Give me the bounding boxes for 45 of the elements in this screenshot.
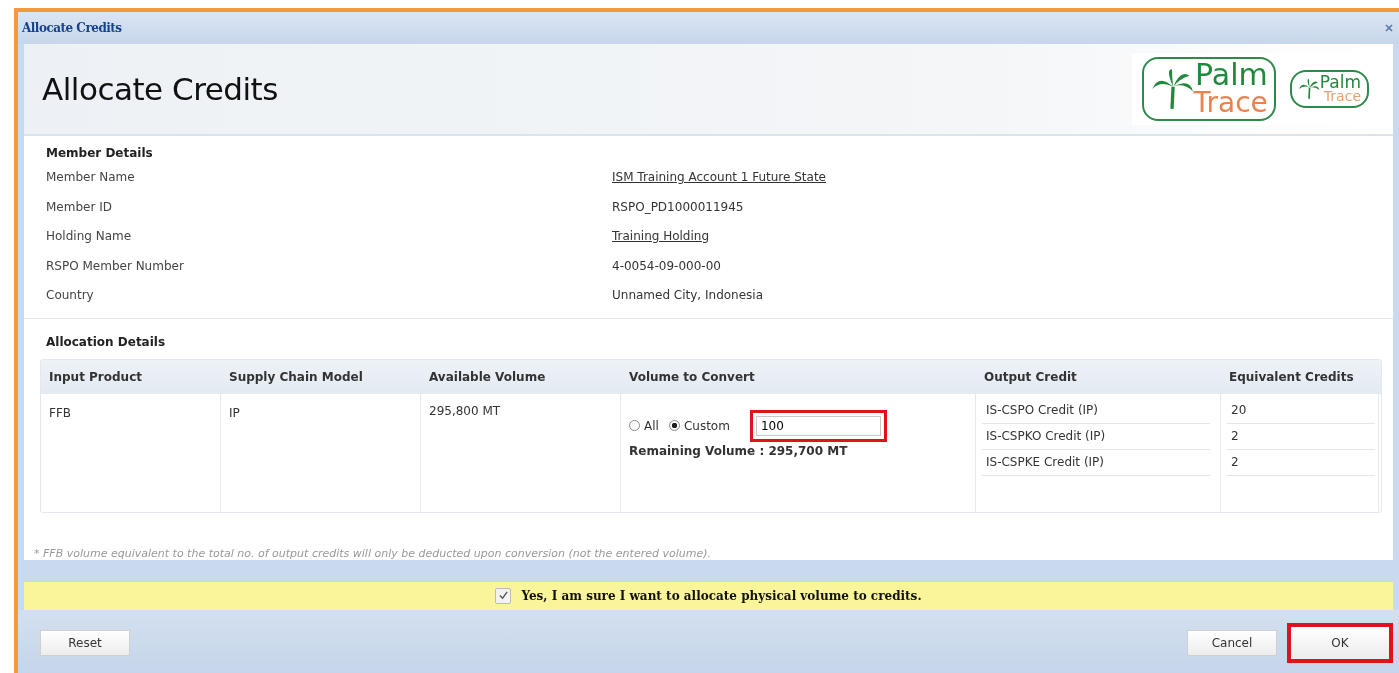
section-heading: Member Details — [46, 146, 154, 160]
section-heading: Allocation Details — [46, 334, 167, 349]
radio-button[interactable] — [668, 420, 680, 431]
remaining-volume: Remaining Volume : 295,700 MT — [629, 443, 849, 458]
table-cell: IP — [229, 405, 240, 420]
field-label: Holding Name — [46, 229, 133, 245]
table-cell: IS-CSPKE Credit (IP) — [982, 449, 1210, 476]
field-label: Member Name — [46, 170, 136, 186]
checkbox[interactable] — [495, 587, 512, 604]
dialog-button[interactable]: OK — [1287, 623, 1393, 664]
table-cell: IS-CSPKO Credit (IP) — [982, 423, 1210, 450]
radio-label[interactable]: Custom — [683, 418, 730, 433]
column-header: Supply Chain Model — [228, 369, 364, 384]
field-label: Member ID — [46, 199, 113, 216]
radio-label[interactable]: All — [644, 418, 659, 433]
column-header: Output Credit — [983, 369, 1078, 384]
column-header: Equivalent Credits — [1228, 369, 1355, 384]
field-label: RSPO Member Number — [46, 258, 185, 275]
page-title: Allocate Credits — [42, 71, 278, 107]
table-cell: 295,800 MT — [429, 403, 501, 418]
field-value: Unnamed City, Indonesia — [612, 288, 764, 304]
table-cell: IS-CSPO Credit (IP) — [982, 397, 1210, 424]
window-title: Allocate Credits — [22, 21, 122, 35]
radio-button[interactable] — [629, 420, 640, 431]
check-icon — [497, 590, 509, 601]
logo: Palm Trace — [1141, 57, 1276, 121]
table-cell: 2 — [1227, 423, 1375, 450]
logo: Palm Trace — [1289, 70, 1369, 108]
field-label: Country — [46, 288, 95, 304]
dialog-button[interactable]: Reset — [40, 630, 130, 657]
column-header: Input Product — [48, 369, 143, 384]
column-header: Volume to Convert — [628, 369, 756, 384]
field-link[interactable]: Training Holding — [612, 229, 710, 259]
checkbox-label[interactable]: Yes, I am sure I want to allocate physical volume to credits. — [521, 588, 922, 603]
field-value: 4-0054-09-000-00 — [612, 258, 721, 275]
table-cell: 20 — [1227, 397, 1375, 424]
table-cell: 2 — [1227, 449, 1375, 476]
column-header: Available Volume — [428, 369, 547, 384]
dialog-button[interactable]: Cancel — [1187, 630, 1277, 657]
field-value: RSPO_PD1000011945 — [612, 199, 744, 216]
close-button[interactable] — [1383, 22, 1395, 34]
footnote: * FFB volume equivalent to the total no. of output credits will only be deducted upon conversion (not the entered volume). — [34, 546, 712, 560]
volume-field[interactable]: 100 — [749, 409, 887, 442]
field-link[interactable]: ISM Training Account 1 Future State — [612, 170, 826, 200]
table-cell: FFB — [49, 405, 72, 420]
